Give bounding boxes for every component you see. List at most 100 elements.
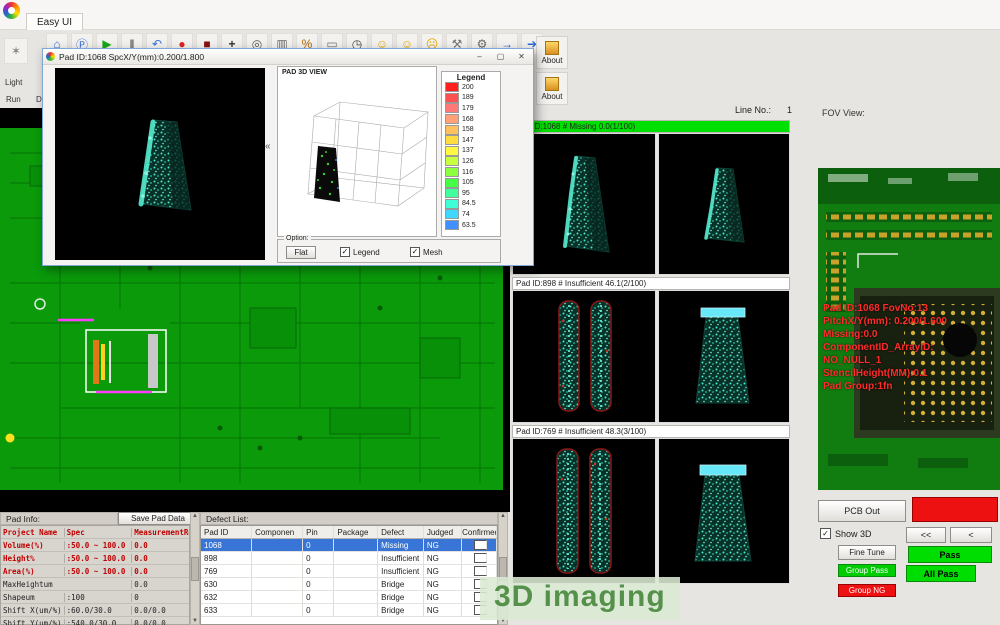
show-3d-checkbox-box: ✓ — [820, 528, 831, 539]
pad-info-row: Shift Y(um/%):540.0/30.00.0/0.0 — [1, 617, 189, 625]
mesh-checkbox[interactable]: ✓Mesh — [410, 247, 443, 257]
maximize-icon[interactable]: ▢ — [492, 50, 509, 64]
legend-swatch — [445, 82, 459, 92]
pad-tile-2-image-right[interactable] — [658, 290, 790, 423]
pad-info-title: Pad Info: — [0, 512, 118, 525]
pad-tile-header-3[interactable]: Pad ID:769 # Insufficient 48.3(3/100) — [512, 425, 790, 438]
flat-button[interactable]: Flat — [286, 246, 316, 259]
app-window: Easy UI ⌂ Ⓟ ▶ ‖ ↶ ● ■ + ◎ ▥ % ▭ ◷ ☺ ☺ ☹ … — [0, 0, 1000, 625]
run-tab[interactable]: Run — [6, 95, 21, 104]
defect-row[interactable]: 6300BridgeNG — [201, 578, 497, 591]
pad-tile-2-image-left[interactable] — [512, 290, 656, 423]
legend-swatch — [445, 125, 459, 135]
prev-defect-label: < — [968, 530, 973, 540]
prev-board-button[interactable]: << — [906, 527, 946, 543]
defect-row[interactable]: 8980InsufficientNG — [201, 552, 497, 565]
show-3d-label: Show 3D — [835, 529, 872, 539]
pad-tile-3-image-left[interactable] — [512, 438, 656, 584]
fov-overlay-text: Pad ID:1068 FovNo:13 PitchX/Y(mm): 0.200… — [823, 302, 947, 393]
about-icon-2 — [545, 77, 559, 91]
pcb-out-button[interactable]: PCB Out — [818, 500, 906, 522]
confirmed-checkbox[interactable] — [474, 566, 487, 576]
fov-overlay-line: Pad Group:1fn — [823, 380, 947, 393]
group-ng-button[interactable]: Group NG — [838, 584, 896, 597]
pad-info-header-name: Project Name — [1, 528, 64, 537]
scroll-up-icon[interactable]: ▲ — [192, 513, 198, 519]
pad-3d-dialog[interactable]: Pad ID:1068 SpcX/Y(mm):0.200/1.800 – ▢ ✕… — [42, 48, 534, 266]
pad-tile-header-1[interactable]: Pad ID:1068 # Missing 0.0(1/100) — [512, 120, 790, 133]
line-no: Line No.: 1 — [735, 105, 792, 115]
prev-board-label: << — [921, 530, 932, 540]
all-pass-button[interactable]: All Pass — [906, 565, 976, 582]
collapse-chevron-icon[interactable]: « — [265, 141, 271, 152]
pad-info-row: Volume(%):50.0 ~ 100.00.0 — [1, 539, 189, 552]
pad-tile-3-image-right[interactable] — [658, 438, 790, 584]
defect-row[interactable]: 6320BridgeNG — [201, 591, 497, 604]
save-pad-data-button[interactable]: Save Pad Data — [118, 512, 198, 525]
legend-swatch — [445, 135, 459, 145]
minimize-icon[interactable]: – — [471, 50, 488, 64]
dialog-pad-2d-view[interactable] — [55, 68, 265, 260]
legend-title: Legend — [442, 72, 500, 82]
app-tab-label: Easy UI — [37, 17, 72, 28]
close-icon[interactable]: ✕ — [513, 50, 530, 64]
pad-info-row: MaxHeightum0.0 — [1, 578, 189, 591]
pad-info-title-label: Pad Info: — [6, 514, 40, 524]
group-pass-label: Group Pass — [846, 566, 888, 575]
app-tab[interactable]: Easy UI — [26, 13, 83, 30]
legend-swatch — [445, 167, 459, 177]
confirmed-checkbox[interactable] — [474, 553, 487, 563]
about-button[interactable]: About — [536, 36, 568, 69]
pad-tile-header-2-label: Pad ID:898 # Insufficient 46.1(2/100) — [516, 279, 646, 288]
pass-label: Pass — [939, 550, 960, 560]
legend-swatch — [445, 178, 459, 188]
legend-swatch — [445, 114, 459, 124]
pad-info-scrollbar[interactable]: ▲▼ — [190, 512, 200, 625]
scroll-down-icon[interactable]: ▼ — [192, 618, 198, 624]
about-button-2[interactable]: About — [536, 72, 568, 105]
pad-3d-view-panel[interactable]: PAD 3D VIEW — [277, 66, 437, 237]
line-no-label: Line No.: — [735, 105, 771, 115]
confirmed-checkbox[interactable] — [474, 540, 487, 550]
pad-tile-header-2[interactable]: Pad ID:898 # Insufficient 46.1(2/100) — [512, 277, 790, 290]
legend-panel: Legend 200 189 179 168 158 147 137 126 1… — [441, 71, 501, 237]
fov-overlay-line: StencilHeight(MM):0.1 — [823, 367, 947, 380]
legend-swatch — [445, 146, 459, 156]
title-bar: Easy UI — [0, 0, 1000, 30]
watermark-text: 3D imaging — [480, 577, 680, 620]
pad-tile-1-image-right[interactable] — [658, 133, 790, 275]
light-button[interactable]: ✶ — [4, 38, 28, 64]
pcb-out-label: PCB Out — [844, 506, 880, 516]
legend-checkbox[interactable]: ✓Legend — [340, 247, 380, 257]
fov-photo[interactable]: Pad ID:1068 FovNo:13 PitchX/Y(mm): 0.200… — [818, 168, 1000, 490]
legend-swatch — [445, 188, 459, 198]
prev-defect-button[interactable]: < — [950, 527, 992, 543]
board-status-indicator — [912, 497, 998, 522]
fine-tune-button[interactable]: Fine Tune — [838, 545, 896, 560]
fov-overlay-line: PitchX/Y(mm): 0.200/1.600 — [823, 315, 947, 328]
legend-swatch — [445, 209, 459, 219]
dialog-title: Pad ID:1068 SpcX/Y(mm):0.200/1.800 — [59, 52, 467, 62]
scroll-up-icon[interactable]: ▲ — [500, 513, 506, 519]
group-ng-label: Group NG — [849, 586, 885, 595]
option-label: Option: — [284, 235, 311, 242]
defect-row[interactable]: 10680MissingNG — [201, 539, 497, 552]
app-logo-icon — [3, 2, 20, 19]
pad-info-header-row: Project Name Spec MeasurementRes — [1, 526, 189, 539]
pad-info-row: Area(%):50.0 ~ 100.00.0 — [1, 565, 189, 578]
pad-tile-header-3-label: Pad ID:769 # Insufficient 48.3(3/100) — [516, 427, 646, 436]
fov-view-title: FOV View: — [822, 108, 865, 118]
about-label: About — [542, 56, 563, 65]
legend-swatch — [445, 220, 459, 230]
pad-info-header-spec: Spec — [64, 528, 132, 537]
defect-list-table: Pad ID Componen Pin Package Defect Judge… — [200, 525, 498, 625]
pass-button[interactable]: Pass — [908, 546, 992, 563]
dialog-title-bar[interactable]: Pad ID:1068 SpcX/Y(mm):0.200/1.800 – ▢ ✕ — [43, 49, 533, 65]
defect-row[interactable]: 6330BridgeNG — [201, 604, 497, 617]
group-pass-button[interactable]: Group Pass — [838, 564, 896, 577]
about-label-2: About — [542, 92, 563, 101]
defect-row[interactable]: 7690InsufficientNG — [201, 565, 497, 578]
legend-swatch — [445, 93, 459, 103]
show-3d-checkbox[interactable]: ✓ Show 3D — [820, 528, 872, 539]
all-pass-label: All Pass — [923, 569, 958, 579]
